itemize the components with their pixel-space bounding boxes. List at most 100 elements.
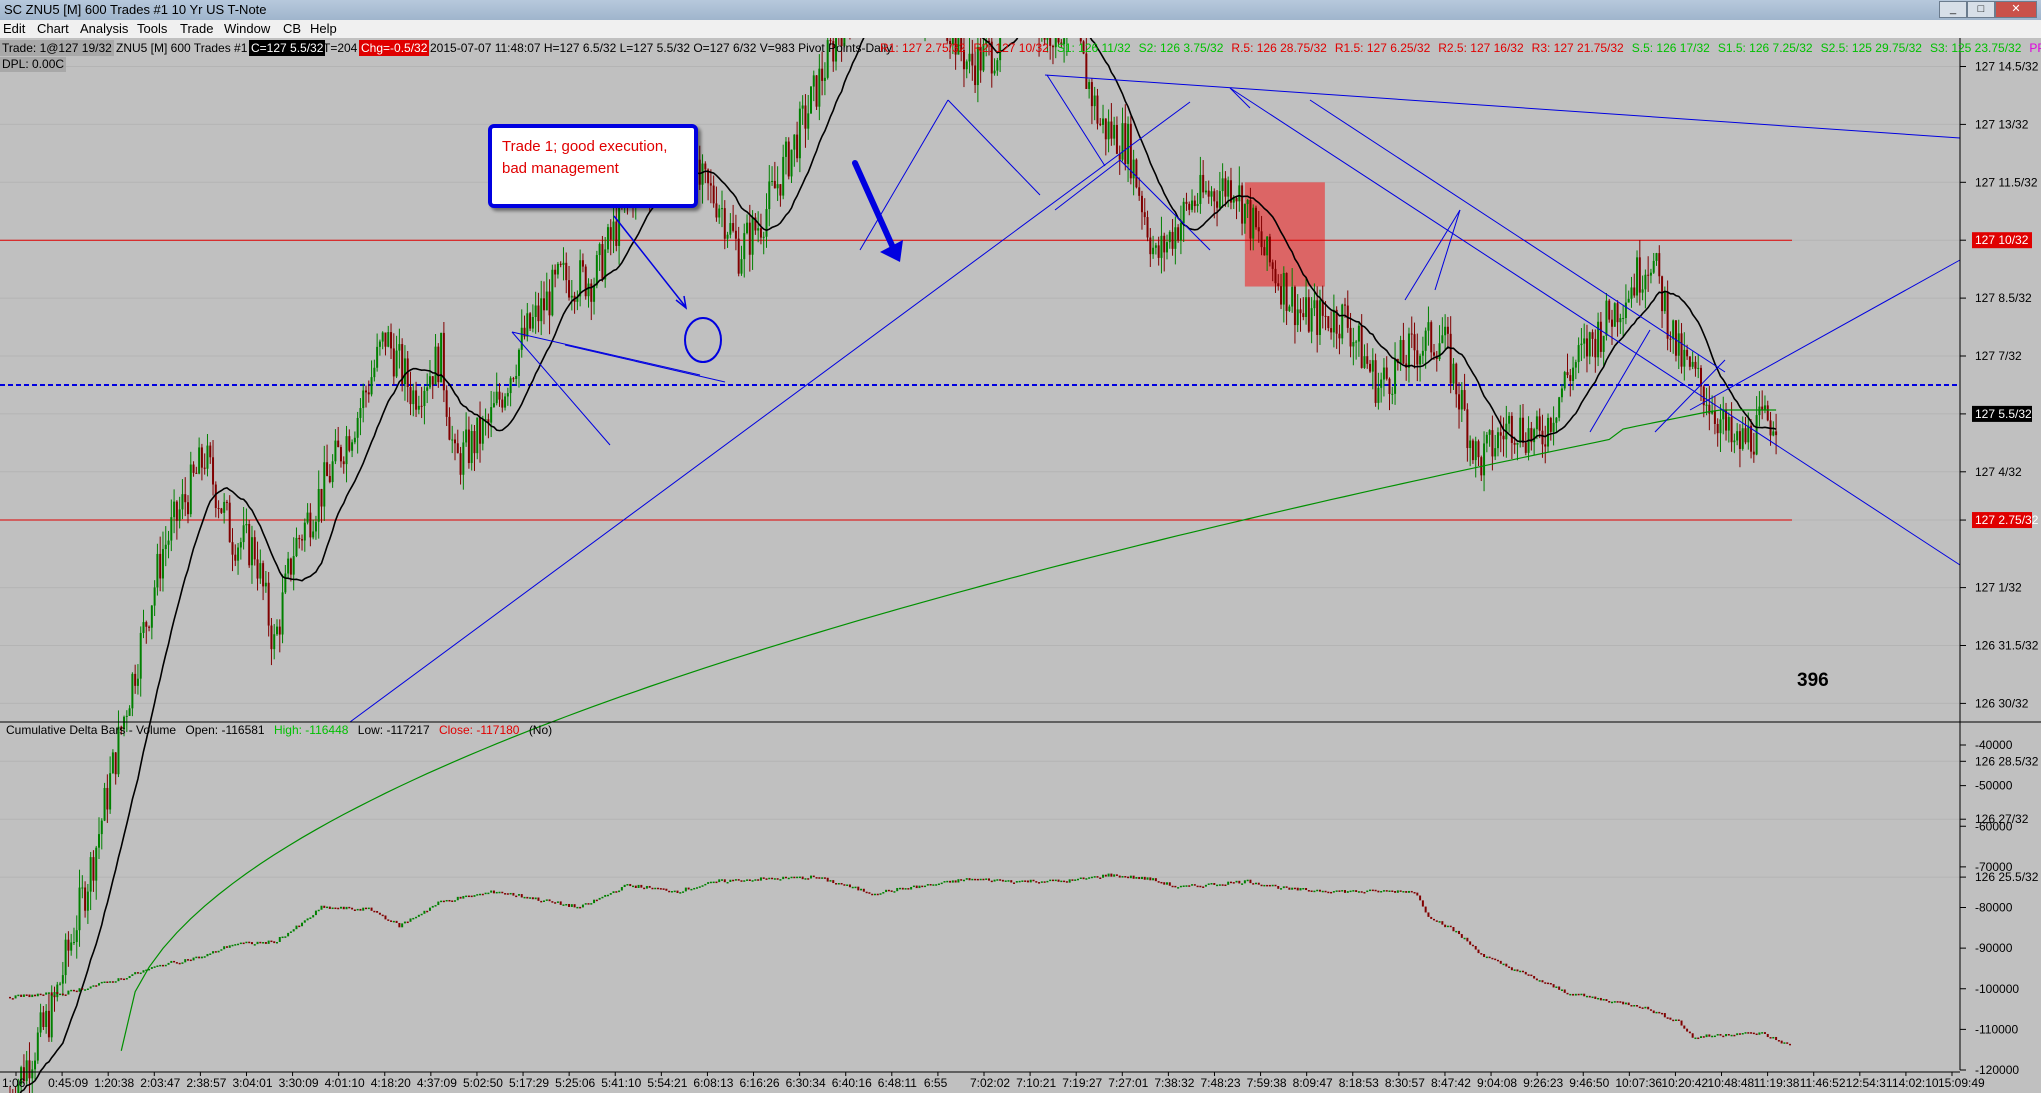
delta-candle [1733,1034,1736,1037]
price-candle [175,501,178,521]
price-candle [467,429,470,464]
price-candle [1555,417,1558,423]
delta-candle [999,879,1002,881]
menu-tools[interactable]: Tools [137,21,167,36]
maximize-button[interactable]: □ [1967,1,1995,18]
delta-candle [1527,974,1530,976]
chart-area[interactable]: 127 17.5/32127 16/32127 14.5/32127 13/32… [0,38,2041,1093]
price-candle [1330,328,1333,333]
price-candle [231,542,234,555]
delta-candle [145,969,148,972]
pivot-value: R.5: 126 28.75/32 [1231,41,1327,55]
delta-candle [957,879,960,883]
delta-candle [1388,890,1391,892]
price-candle [779,184,782,196]
price-candle [1104,118,1107,140]
price-candle [1519,417,1522,443]
menu-cb[interactable]: CB [283,21,301,36]
delta-candle [1410,890,1413,893]
delta-candle [212,951,215,954]
price-axis-label: 127 14.5/32 [1975,60,2039,74]
price-candle [515,375,518,379]
price-candle [114,752,117,775]
delta-axis-label: -40000 [1975,738,2013,752]
delta-candle [1216,884,1219,887]
delta-candle [620,887,623,891]
delta-candle [1207,883,1210,885]
time-axis-label: 9:04:08 [1477,1076,1517,1090]
delta-candle [36,993,39,997]
delta-candle [1399,890,1402,892]
price-candle [1352,342,1355,347]
delta-candle [1163,882,1166,885]
price-candle [1580,343,1583,346]
menu-window[interactable]: Window [224,21,270,36]
price-candle [579,260,582,297]
delta-candle [848,884,851,888]
delta-candle [1146,877,1149,880]
delta-candle [428,907,431,911]
delta-candle [1188,885,1191,887]
delta-candle [1435,920,1438,922]
delta-candle [109,981,112,983]
price-candle [1138,187,1141,196]
price-candle [56,984,59,998]
delta-candle [1463,937,1466,940]
delta-candle [1229,881,1232,884]
delta-candle [1736,1033,1739,1036]
delta-candle [1079,877,1082,879]
price-candle [250,537,253,566]
price-candle [334,440,337,462]
delta-candle [1299,888,1302,891]
delta-candle [1249,879,1252,884]
delta-candle [1282,886,1285,889]
trade-annotation-box[interactable]: Trade 1; good execution, bad management [488,124,698,208]
price-candle [729,223,732,235]
price-candle [309,512,312,538]
price-candle [1313,300,1316,309]
price-candle [1463,390,1466,410]
delta-candle [131,974,134,976]
delta-candle [214,951,217,953]
delta-candle [370,907,373,911]
price-candle [1152,247,1155,255]
menu-help[interactable]: Help [310,21,337,36]
price-candle [1191,200,1194,210]
pivot-value: S.5: 126 17/32 [1631,41,1710,55]
price-candle [225,501,228,503]
price-candle [1630,287,1633,299]
price-candle [1166,242,1168,253]
price-candle [192,464,195,473]
minimize-button[interactable]: _ [1939,1,1967,18]
delta-candle [1341,890,1344,892]
price-candle [1474,441,1477,461]
delta-candle [1344,890,1346,893]
price-candle [1199,174,1202,204]
menu-chart[interactable]: Chart [37,21,69,36]
price-candle [270,625,273,650]
delta-candle [860,888,863,891]
delta-candle [665,888,668,891]
delta-candle [1777,1040,1780,1042]
delta-candle [284,936,287,938]
delta-candle [640,884,643,888]
delta-candle [1313,890,1316,893]
delta-candle [534,897,537,900]
price-candle [287,558,290,574]
delta-candle [715,881,718,884]
price-candle [601,244,604,280]
delta-candle [1132,875,1135,879]
delta-candle [1622,1001,1625,1005]
delta-candle [175,962,178,964]
price-candle [1766,405,1769,421]
delta-candle [1789,1043,1791,1046]
delta-candle [367,907,370,910]
price-candle [106,787,109,810]
menu-trade[interactable]: Trade [180,21,213,36]
price-candle [1349,327,1352,347]
menu-analysis[interactable]: Analysis [80,21,128,36]
menu-edit[interactable]: Edit [3,21,25,36]
close-button[interactable]: ✕ [1995,1,2037,18]
price-candle [746,222,749,234]
delta-candle [584,903,587,905]
